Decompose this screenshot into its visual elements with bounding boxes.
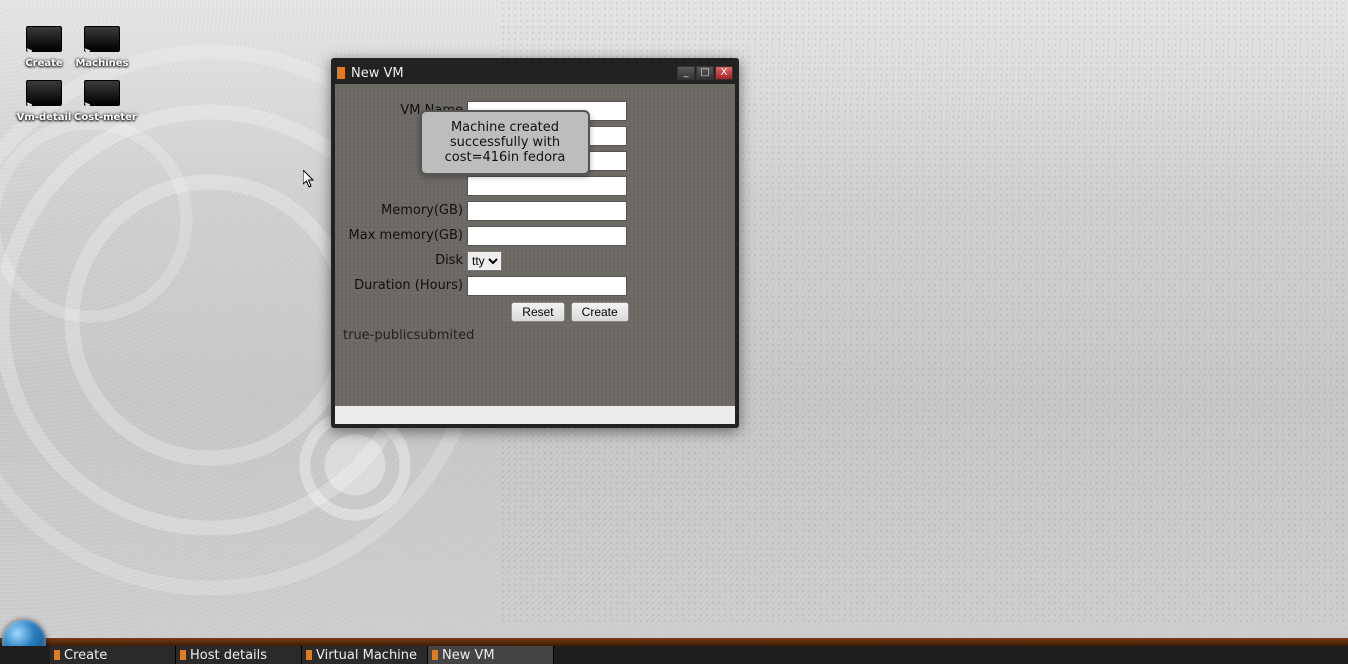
monitor-icon [84, 26, 120, 52]
monitor-icon [84, 80, 120, 106]
taskbar-item-create[interactable]: Create [50, 646, 176, 664]
close-button[interactable]: X [715, 66, 733, 80]
desktop-icon-machines[interactable]: Machines [74, 26, 130, 69]
taskbar-item-new-vm[interactable]: New VM [428, 646, 554, 664]
icon-label: Machines [74, 58, 130, 69]
task-badge-icon [54, 650, 60, 660]
max-memory-input[interactable] [467, 226, 627, 246]
taskbar-items: Create Host details Virtual Machine New … [0, 646, 1348, 664]
button-row: Reset Create [405, 302, 735, 322]
label-memory: Memory(GB) [335, 203, 467, 218]
create-button[interactable]: Create [571, 302, 629, 322]
task-badge-icon [432, 650, 438, 660]
monitor-icon [26, 26, 62, 52]
task-badge-icon [180, 650, 186, 660]
taskbar-item-label: New VM [442, 648, 495, 663]
minimize-button[interactable]: _ [677, 66, 695, 80]
desktop-icon-vm-detail[interactable]: Vm-detail [16, 80, 72, 123]
titlebar[interactable]: New VM _ □ X [335, 62, 735, 84]
label-disk: Disk [335, 253, 467, 268]
memory-input[interactable] [467, 201, 627, 221]
window-statusbar [335, 406, 735, 424]
icon-label: Cost-meter [74, 112, 130, 123]
reset-button[interactable]: Reset [511, 302, 564, 322]
taskbar-item-label: Host details [190, 648, 267, 663]
window-title: New VM [351, 66, 404, 81]
notification-tooltip: Machine created successfully with cost=4… [420, 110, 590, 175]
monitor-icon [26, 80, 62, 106]
disk-select[interactable]: tty [467, 251, 502, 271]
duration-input[interactable] [467, 276, 627, 296]
taskbar-item-label: Virtual Machine [316, 648, 417, 663]
taskbar: Create Host details Virtual Machine New … [0, 620, 1348, 664]
taskbar-item-host-details[interactable]: Host details [176, 646, 302, 664]
desktop-icon-create[interactable]: Create [16, 26, 72, 69]
label-duration: Duration (Hours) [335, 278, 467, 293]
form-status-text: true-publicsubmited [335, 322, 735, 349]
blank-input[interactable] [467, 176, 627, 196]
taskbar-item-virtual-machine[interactable]: Virtual Machine [302, 646, 428, 664]
window-badge-icon [337, 67, 345, 79]
maximize-button[interactable]: □ [696, 66, 714, 80]
task-badge-icon [306, 650, 312, 660]
label-max-memory: Max memory(GB) [335, 228, 467, 243]
taskbar-item-label: Create [64, 648, 107, 663]
icon-label: Create [16, 58, 72, 69]
taskbar-strip [0, 638, 1348, 646]
icon-label: Vm-detail [16, 112, 72, 123]
desktop-icon-cost-meter[interactable]: Cost-meter [74, 80, 130, 123]
